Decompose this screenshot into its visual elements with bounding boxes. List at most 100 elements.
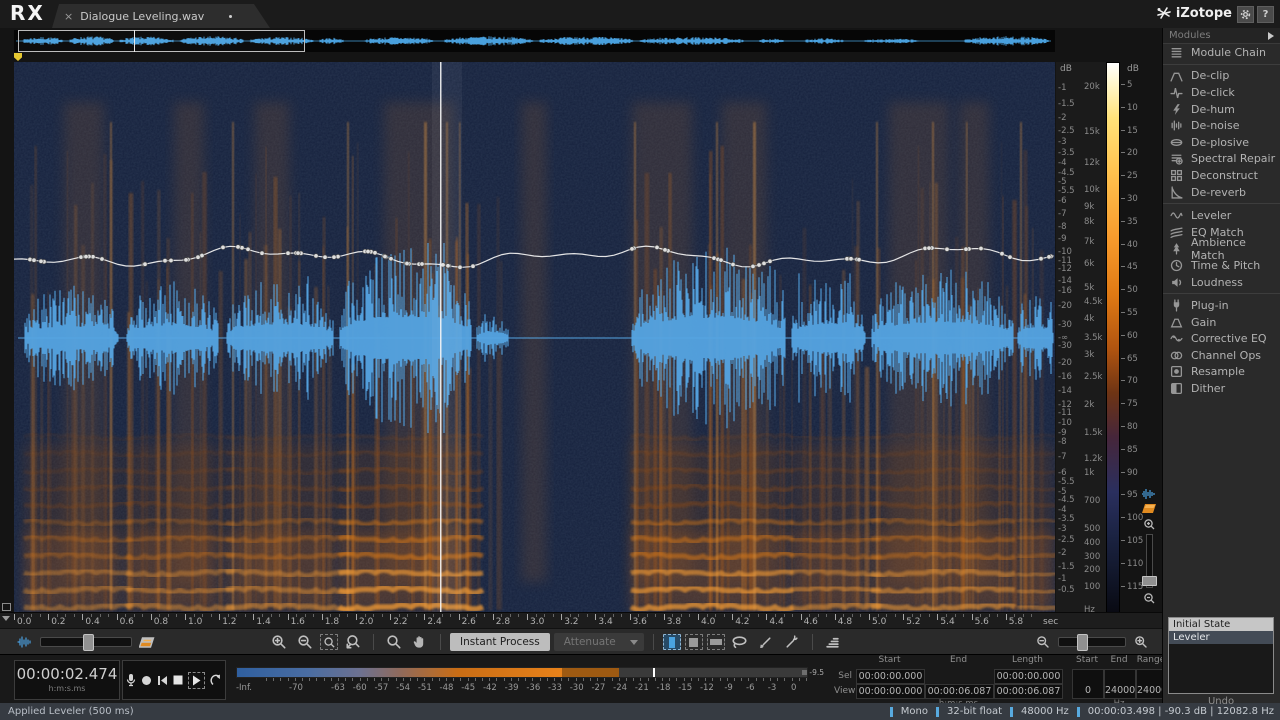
zoom-selection-button[interactable] [320,634,338,650]
freq-scale-label: 8k [1084,217,1094,227]
view-start-field[interactable]: 00:00:00.000 [856,684,925,699]
module-item-channel-ops[interactable]: Channel Ops [1163,347,1280,364]
module-item-de-plosive[interactable]: De-plosive [1163,134,1280,151]
panel-collapse-arrow-icon[interactable] [1268,32,1274,40]
meter-tick [640,678,641,681]
undo-history-item[interactable]: Leveler [1169,631,1273,644]
hz-field-box[interactable]: 0 [1072,669,1104,699]
grab-hand-tool-button[interactable] [409,632,431,652]
module-item-label: Time & Pitch [1191,259,1260,272]
colorbar-label: 10 [1121,103,1138,113]
record-button[interactable] [141,675,152,686]
module-item-spectral-repair[interactable]: Spectral Repair [1163,151,1280,168]
ruler-label: 5.0 [872,617,886,627]
module-item-plug-in[interactable]: Plug-in [1163,297,1280,314]
lasso-selection-tool[interactable] [729,632,751,652]
freq-scale-label: 9k [1084,202,1094,212]
instant-process-button[interactable]: Instant Process [450,633,550,651]
hz-field-box[interactable]: 24000 [1104,669,1136,699]
module-item-corrective-eq[interactable]: Corrective EQ [1163,331,1280,348]
ruler-major-tick [937,614,938,620]
sel-length-field[interactable]: 00:00:00.000 [994,669,1063,684]
amp-scale-label: -3 [1058,524,1066,534]
module-item-de-click[interactable]: De-click [1163,84,1280,101]
spectrogram-view[interactable] [14,62,1055,612]
vertical-zoom-out-icon[interactable] [1143,592,1156,605]
module-item-de-noise[interactable]: De-noise [1163,117,1280,134]
ruler-minor-tick [895,614,896,617]
module-item-leveler[interactable]: Leveler [1163,207,1280,224]
horizontal-zoom-out-icon[interactable] [1032,632,1054,652]
meter-tick [338,678,339,681]
time-ruler[interactable]: 0.00.20.40.60.81.01.21.41.61.82.02.22.42… [0,612,1162,629]
spectrogram-display-icon[interactable] [1142,503,1157,514]
undo-history-item[interactable]: Initial State [1169,618,1273,631]
meter-scale-label: 0 [791,683,796,693]
vertical-zoom-slider[interactable] [1146,534,1153,588]
colorbar-label: 35 [1121,217,1138,227]
horizontal-zoom-slider-handle[interactable] [1077,634,1088,651]
overview-waveform-strip[interactable] [14,30,1055,52]
time-selection-tool[interactable] [663,634,681,650]
time-frequency-selection-tool[interactable] [685,634,703,650]
meter-tick [806,678,807,681]
brush-selection-tool[interactable] [755,632,777,652]
ruler-label: 2.6 [462,617,476,627]
zoom-reset-button[interactable] [342,632,364,652]
record-monitor-mic-button[interactable] [126,673,136,687]
freq-scale-label: 1k [1084,468,1094,478]
waveform-display-icon[interactable] [1141,488,1157,500]
meter-tick [604,678,605,681]
amp-scale-label: -1.5 [1058,99,1075,109]
module-item-de-clip[interactable]: De-clip [1163,68,1280,85]
tab-close-icon[interactable]: × [64,11,73,22]
document-tab[interactable]: × Dialogue Leveling.wav [52,4,270,28]
colorbar-label: 95 [1121,490,1138,500]
module-item-de-reverb[interactable]: De-reverb [1163,184,1280,201]
module-item-module-chain[interactable]: Module Chain [1163,44,1280,61]
clip-indicator[interactable] [802,670,807,675]
ruler-minor-tick [655,614,656,617]
module-item-ambience-match[interactable]: Ambience Match [1163,241,1280,258]
amp-scale-label: -10 [1058,418,1072,428]
waveform-spectrogram-blend-slider[interactable] [40,637,132,647]
sel-start-field[interactable]: 00:00:00.000 [856,669,925,684]
horizontal-zoom-in-icon[interactable] [1130,632,1152,652]
colorbar-label: 60 [1121,331,1138,341]
module-item-loudness[interactable]: Loudness [1163,274,1280,291]
vertical-zoom-slider-handle[interactable] [1142,576,1157,586]
return-to-start-button[interactable] [157,675,168,686]
marker-flag[interactable] [14,53,22,61]
magnify-tool-button[interactable] [383,632,405,652]
settings-button[interactable] [1237,6,1254,23]
freq-scale-label: 2.5k [1084,372,1102,382]
play-button[interactable] [188,672,205,689]
view-end-field[interactable]: 00:00:06.087 [925,684,994,699]
history-docker-icon[interactable] [822,632,844,652]
stop-button[interactable] [173,675,183,685]
attenuate-dropdown[interactable]: Attenuate [554,633,644,651]
zoom-out-button[interactable] [294,632,316,652]
module-item-dither[interactable]: Dither [1163,380,1280,397]
overview-view-rect[interactable] [18,30,305,52]
zoom-in-button[interactable] [268,632,290,652]
ruler-label: 4.8 [838,617,852,627]
ruler-major-tick [869,614,870,620]
horizontal-zoom-slider[interactable] [1058,637,1126,647]
meter-tick [741,678,742,681]
modules-panel-header[interactable]: Modules [1163,28,1280,44]
frequency-selection-tool[interactable] [707,634,725,650]
magic-wand-tool[interactable] [781,632,803,652]
amp-scale-label: -20 [1058,301,1072,311]
vertical-zoom-in-icon[interactable] [1143,518,1156,531]
view-length-field[interactable]: 00:00:06.087 [994,684,1063,699]
loop-playback-button[interactable] [210,674,222,686]
undo-history-panel[interactable]: Initial StateLeveler [1168,617,1274,694]
selinfo-row-label-sel: Sel [834,671,852,681]
help-button[interactable]: ? [1257,6,1274,23]
blend-slider-handle[interactable] [83,634,94,651]
module-item-deconstruct[interactable]: Deconstruct [1163,167,1280,184]
module-item-de-hum[interactable]: De-hum [1163,101,1280,118]
module-item-gain[interactable]: Gain [1163,314,1280,331]
module-item-resample[interactable]: Resample [1163,364,1280,381]
